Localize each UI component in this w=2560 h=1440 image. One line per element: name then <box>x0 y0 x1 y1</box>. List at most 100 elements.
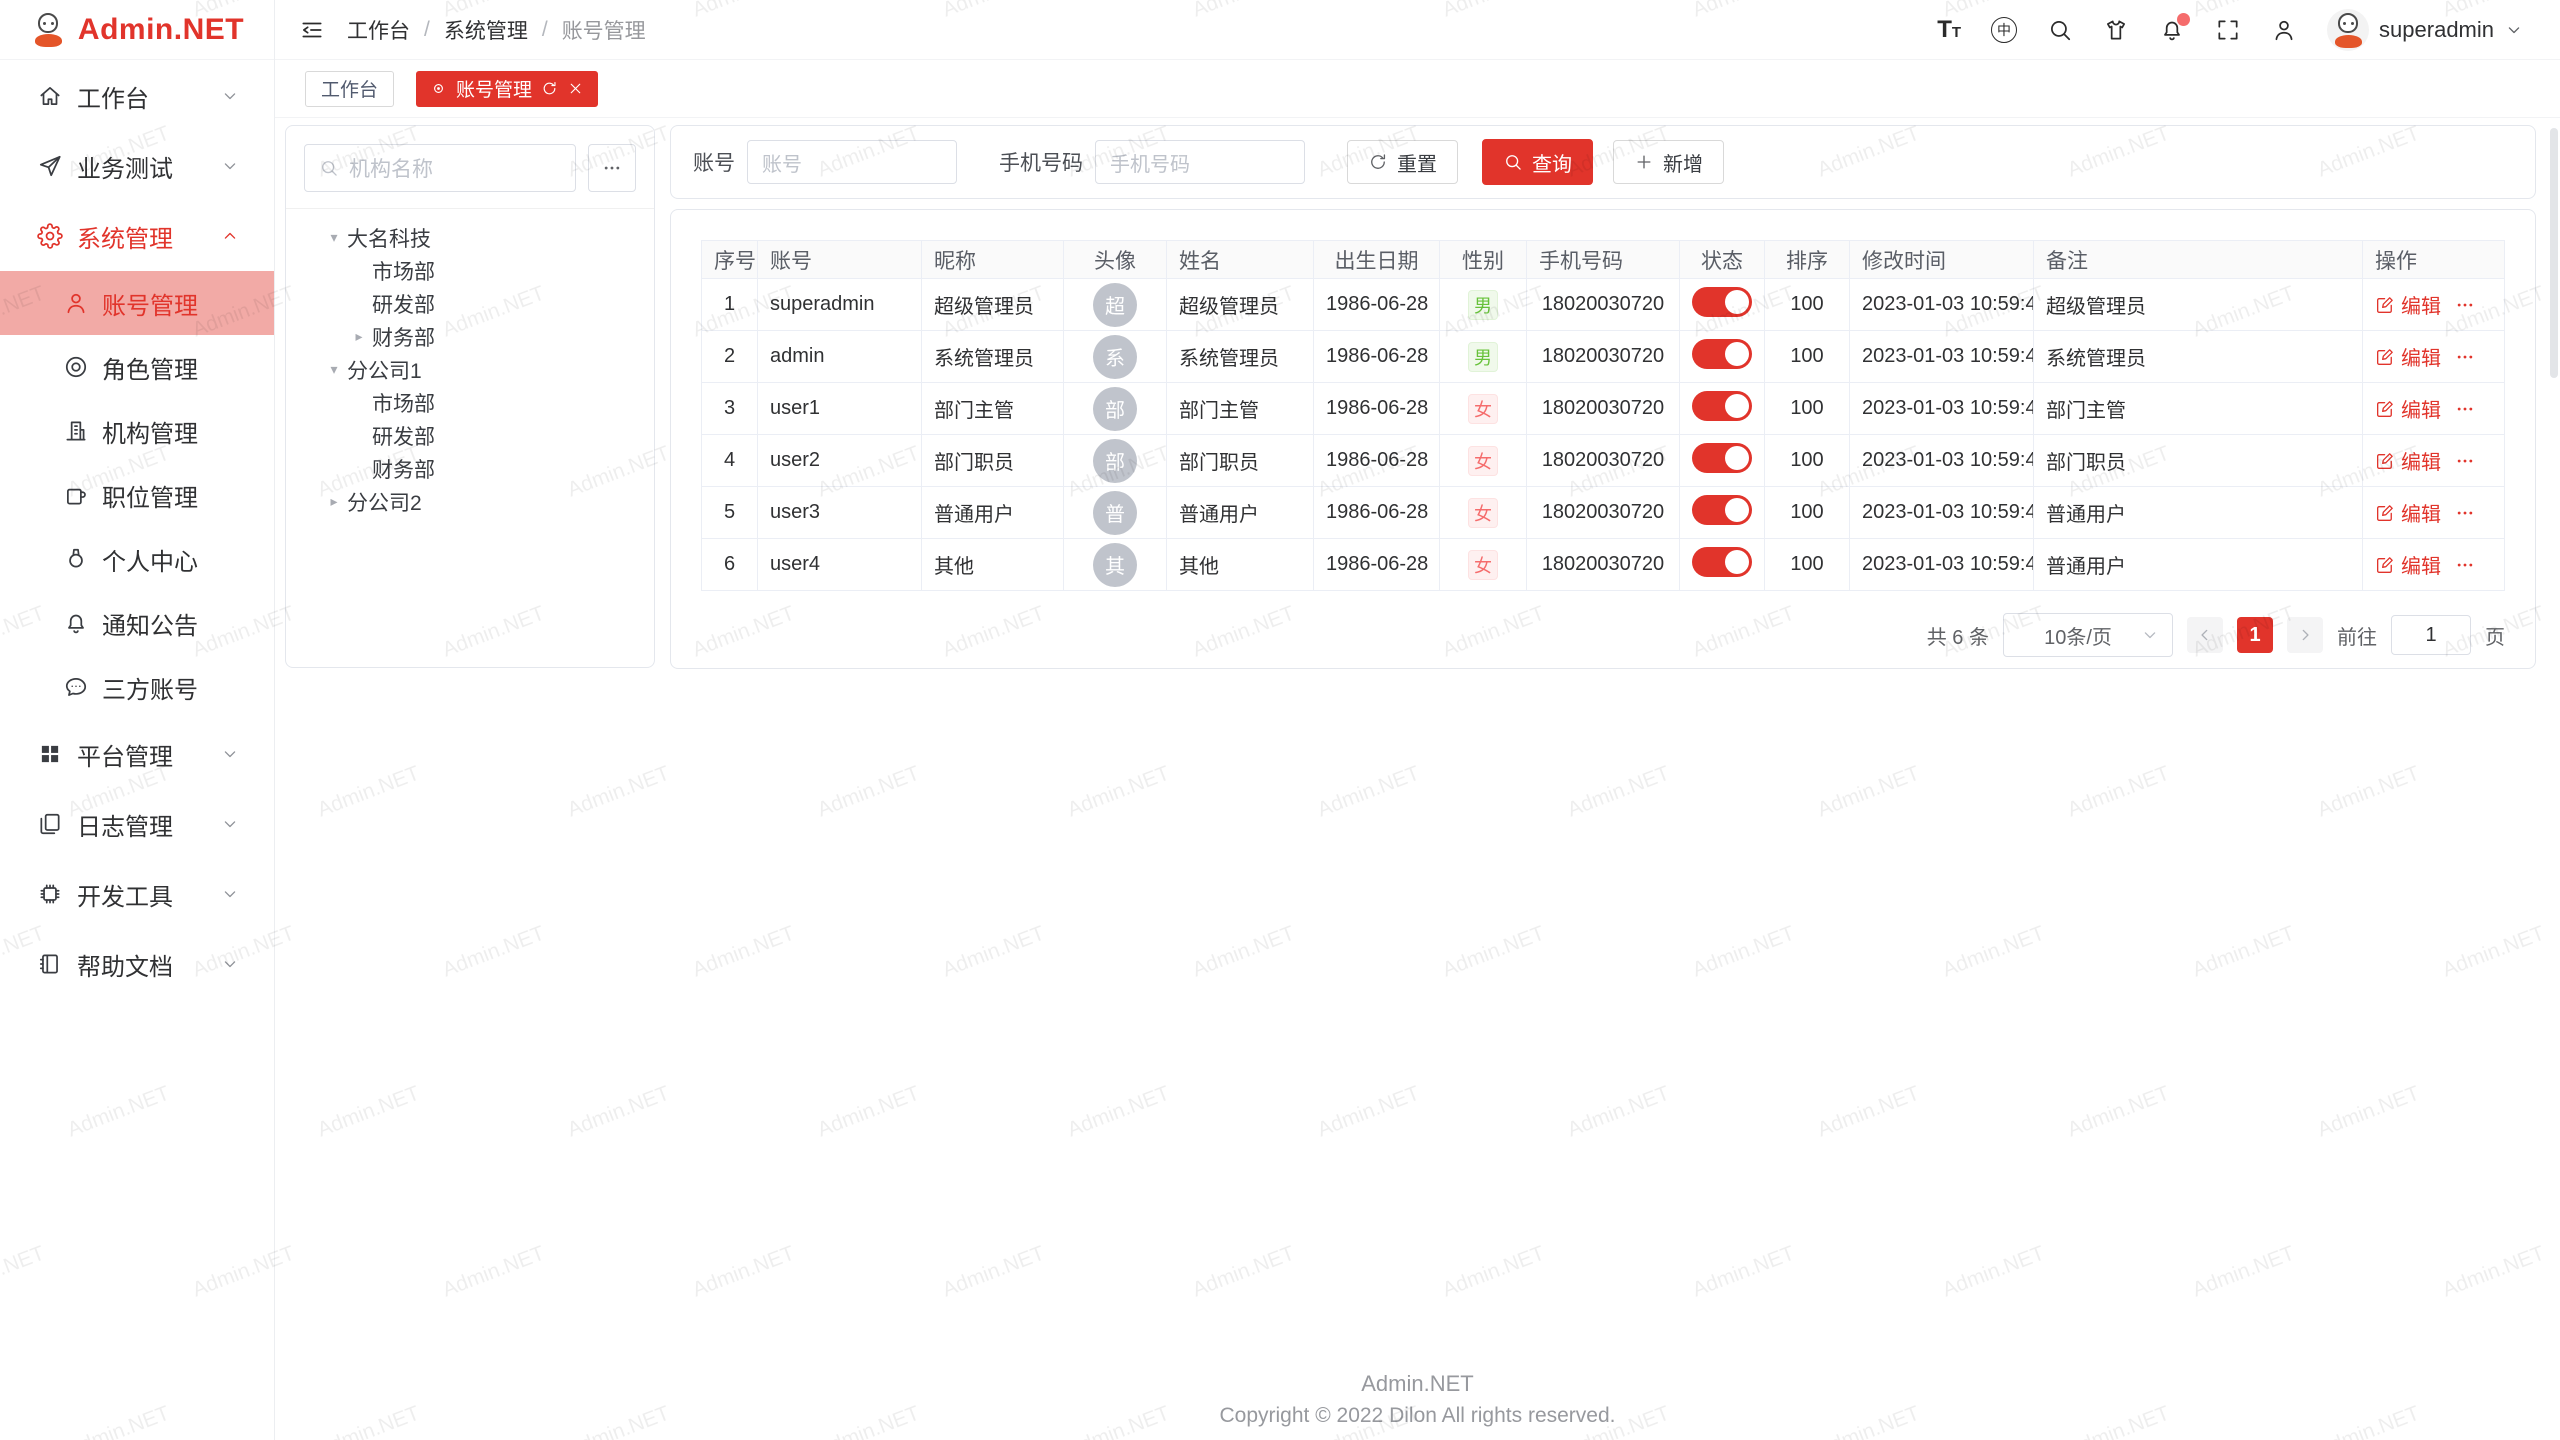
row-more-button[interactable] <box>2455 503 2475 523</box>
modified-cell: 2023-01-03 10:59:44 <box>1850 383 2034 435</box>
sidebar-item-help-docs[interactable]: 帮助文档 <box>0 929 274 999</box>
chat-icon <box>63 674 89 700</box>
edit-label: 编辑 <box>2401 550 2441 579</box>
caret-right-icon[interactable]: ▸ <box>324 493 344 510</box>
tree-node[interactable]: ▸财务部 <box>304 320 636 353</box>
status-toggle[interactable] <box>1692 339 1752 369</box>
sidebar-item-system-manage[interactable]: 系统管理 <box>0 201 274 271</box>
send-icon <box>37 153 63 179</box>
avatar: 部 <box>1093 439 1137 483</box>
edit-button[interactable]: 编辑 <box>2375 290 2441 319</box>
status-toggle[interactable] <box>1692 443 1752 473</box>
sidebar-item-dev-tools[interactable]: 开发工具 <box>0 859 274 929</box>
tree-node[interactable]: 研发部 <box>304 419 636 452</box>
page-size-value: 10条/页 <box>2024 621 2132 650</box>
tab-account-manage[interactable]: 账号管理 <box>416 71 598 107</box>
goto-page-input[interactable]: 1 <box>2391 615 2471 655</box>
edit-button[interactable]: 编辑 <box>2375 550 2441 579</box>
table-row: 6user4其他其其他1986-06-28女180200307201002023… <box>702 539 2505 591</box>
edit-button[interactable]: 编辑 <box>2375 342 2441 371</box>
sidebar-item-account-manage[interactable]: 账号管理 <box>0 271 274 335</box>
sidebar-item-notice[interactable]: 通知公告 <box>0 591 274 655</box>
language-icon[interactable]: 中 <box>1991 17 2017 43</box>
avatar-cell: 其 <box>1064 539 1167 591</box>
row-more-button[interactable] <box>2455 555 2475 575</box>
remark-cell: 普通用户 <box>2034 487 2363 539</box>
close-icon[interactable] <box>567 80 584 97</box>
search-button[interactable]: 查询 <box>1482 139 1593 185</box>
sidebar-item-role-manage[interactable]: 角色管理 <box>0 335 274 399</box>
sidebar-item-label: 角色管理 <box>102 350 198 385</box>
notification-icon[interactable] <box>2159 17 2185 43</box>
gender-cell: 女 <box>1440 539 1527 591</box>
row-more-button[interactable] <box>2455 399 2475 419</box>
org-tree-panel: 机构名称 ▾大名科技市场部研发部▸财务部▾分公司1市场部研发部财务部▸分公司2 <box>285 125 655 668</box>
tree-node[interactable]: 研发部 <box>304 287 636 320</box>
tree-node[interactable]: 财务部 <box>304 452 636 485</box>
status-toggle[interactable] <box>1692 287 1752 317</box>
gender-badge: 男 <box>1468 342 1498 372</box>
sidebar-item-log-manage[interactable]: 日志管理 <box>0 789 274 859</box>
status-toggle[interactable] <box>1692 391 1752 421</box>
next-page-button[interactable] <box>2287 617 2323 653</box>
edit-button[interactable]: 编辑 <box>2375 394 2441 423</box>
sidebar-item-workbench[interactable]: 工作台 <box>0 61 274 131</box>
page-size-select[interactable]: 10条/页 <box>2003 613 2173 657</box>
tab-workbench[interactable]: 工作台 <box>305 71 394 107</box>
caret-down-icon[interactable]: ▾ <box>324 361 344 378</box>
add-button[interactable]: 新增 <box>1613 140 1724 184</box>
tree-node[interactable]: ▸分公司2 <box>304 485 636 518</box>
tree-node-label: 分公司1 <box>347 355 422 385</box>
search-icon[interactable] <box>2047 17 2073 43</box>
row-more-button[interactable] <box>2455 451 2475 471</box>
page-number-button[interactable]: 1 <box>2237 617 2273 653</box>
sidebar-item-org-manage[interactable]: 机构管理 <box>0 399 274 463</box>
sidebar-item-profile-center[interactable]: 个人中心 <box>0 527 274 591</box>
fullscreen-icon[interactable] <box>2215 17 2241 43</box>
theme-icon[interactable] <box>2103 17 2129 43</box>
status-toggle[interactable] <box>1692 547 1752 577</box>
tree-node[interactable]: 市场部 <box>304 254 636 287</box>
right-column: 账号 账号 手机号码 手机号码 重置 <box>670 125 2536 669</box>
edit-button[interactable]: 编辑 <box>2375 498 2441 527</box>
tree-node[interactable]: ▾大名科技 <box>304 221 636 254</box>
tree-node-label: 财务部 <box>372 322 435 352</box>
sidebar-item-position-manage[interactable]: 职位管理 <box>0 463 274 527</box>
remark-cell: 普通用户 <box>2034 539 2363 591</box>
breadcrumb-item[interactable]: 工作台 <box>347 15 410 45</box>
status-cell <box>1680 383 1765 435</box>
gender-badge: 女 <box>1468 446 1498 476</box>
edit-button[interactable]: 编辑 <box>2375 446 2441 475</box>
account-icon[interactable] <box>2271 17 2297 43</box>
edit-icon <box>2375 555 2395 575</box>
chevron-down-icon <box>220 884 240 904</box>
tree-node[interactable]: ▾分公司1 <box>304 353 636 386</box>
prev-page-button[interactable] <box>2187 617 2223 653</box>
edit-label: 编辑 <box>2401 394 2441 423</box>
caret-right-icon[interactable]: ▸ <box>349 328 369 345</box>
sidebar-item-platform-manage[interactable]: 平台管理 <box>0 719 274 789</box>
reset-button[interactable]: 重置 <box>1347 140 1458 184</box>
birth-cell: 1986-06-28 <box>1314 435 1440 487</box>
menu-fold-icon[interactable] <box>299 17 325 43</box>
user-menu[interactable]: superadmin <box>2327 9 2524 51</box>
account-input[interactable]: 账号 <box>747 140 957 184</box>
status-toggle[interactable] <box>1692 495 1752 525</box>
font-size-icon[interactable]: TT <box>1937 16 1961 44</box>
row-more-button[interactable] <box>2455 295 2475 315</box>
sidebar-item-business-test[interactable]: 业务测试 <box>0 131 274 201</box>
account-cell: superadmin <box>758 279 922 331</box>
sidebar-item-third-account[interactable]: 三方账号 <box>0 655 274 719</box>
remark-cell: 系统管理员 <box>2034 331 2363 383</box>
tree-node[interactable]: 市场部 <box>304 386 636 419</box>
breadcrumb-item[interactable]: 系统管理 <box>444 15 528 45</box>
row-more-button[interactable] <box>2455 347 2475 367</box>
caret-down-icon[interactable]: ▾ <box>324 229 344 246</box>
org-search-input[interactable]: 机构名称 <box>304 144 576 192</box>
refresh-icon[interactable] <box>541 80 558 97</box>
divider <box>286 208 654 209</box>
sidebar: Admin.NET 工作台业务测试系统管理账号管理角色管理机构管理职位管理个人中… <box>0 0 275 1440</box>
phone-input[interactable]: 手机号码 <box>1095 140 1305 184</box>
org-more-button[interactable] <box>588 144 636 192</box>
scrollbar-thumb[interactable] <box>2550 128 2558 378</box>
